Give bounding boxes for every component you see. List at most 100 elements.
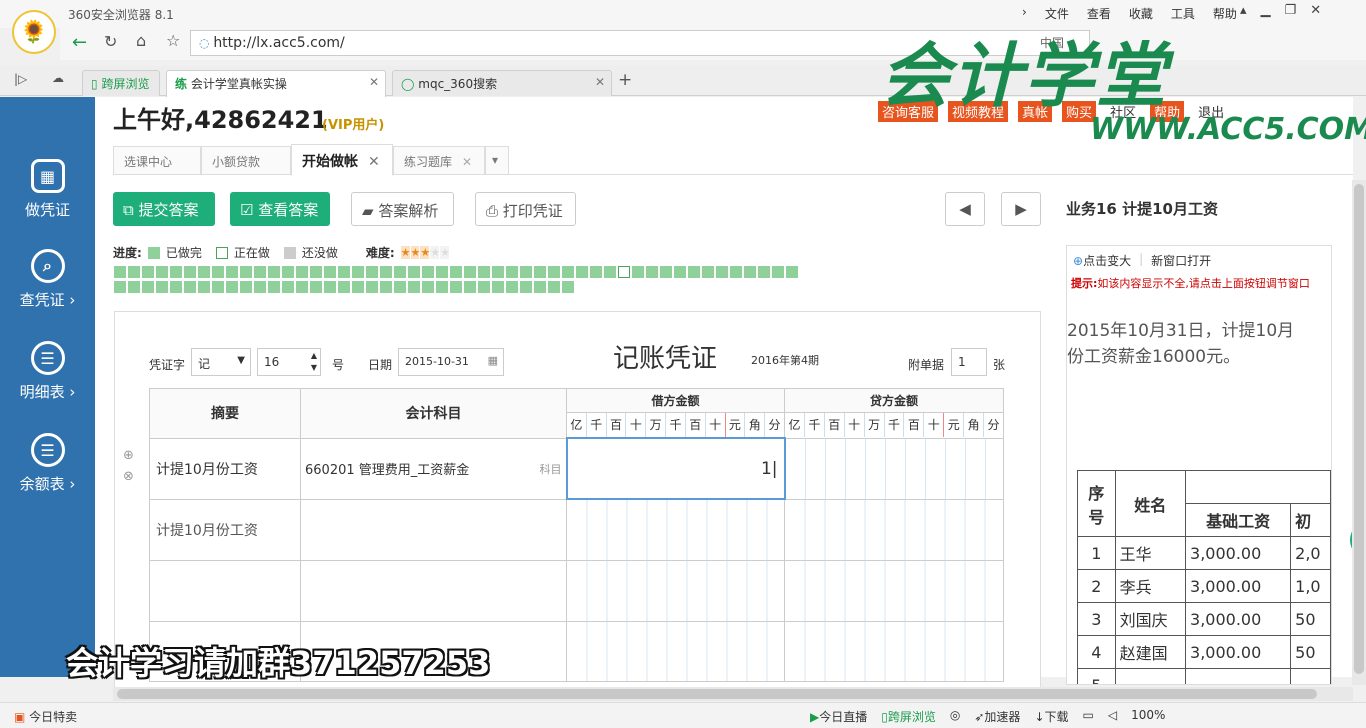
zoom-link[interactable]: ⊕点击变大 [1073,252,1131,269]
progress-cell-done[interactable] [506,281,518,293]
voucher-number-stepper[interactable]: 16 ▲ ▼ [257,348,321,376]
progress-cell-done[interactable] [296,266,308,278]
print-voucher-button[interactable]: ⎙ 打印凭证 [475,192,576,226]
scroll-thumb[interactable] [117,689,1317,699]
progress-cell-done[interactable] [786,266,798,278]
progress-cell-done[interactable] [422,281,434,293]
progress-cell-done[interactable] [366,266,378,278]
progress-cell-done[interactable] [254,281,266,293]
progress-cell-done[interactable] [674,266,686,278]
account-cell[interactable] [300,498,567,561]
progress-cell-done[interactable] [464,266,476,278]
progress-cell-done[interactable] [142,281,154,293]
cross-screen-link[interactable]: ▯跨屏浏览 [881,708,936,725]
progress-cell-done[interactable] [562,281,574,293]
subtab-start[interactable]: 开始做帐 ✕ [291,144,393,176]
progress-cell-done[interactable] [450,281,462,293]
new-window-link[interactable]: 新窗口打开 [1151,252,1211,269]
credit-amount-cell[interactable] [784,559,1004,622]
progress-cell-done[interactable] [212,281,224,293]
window-icon[interactable]: ▭ [1083,708,1094,725]
scroll-thumb[interactable] [1354,184,1364,674]
sidebar-item-ledger[interactable]: ☰ 明细表 › [0,341,95,402]
progress-cell-done[interactable] [646,266,658,278]
sidebar-toggle-icon[interactable]: |▷ [14,72,27,86]
progress-cell-done[interactable] [296,281,308,293]
account-cell[interactable]: 660201 管理费用_工资薪金 科目 [300,437,567,500]
summary-cell[interactable]: 计提10月份工资 [149,498,301,561]
progress-cell-done[interactable] [688,266,700,278]
progress-cell-done[interactable] [240,266,252,278]
progress-cell-done[interactable] [212,266,224,278]
debit-amount-cell[interactable] [566,498,785,561]
date-picker[interactable]: 2015-10-31 ▦ [398,348,504,376]
deals-link[interactable]: ▣ 今日特卖 [14,708,77,725]
progress-cell-done[interactable] [282,266,294,278]
progress-cell-done[interactable] [548,281,560,293]
progress-cell-done[interactable] [394,266,406,278]
progress-cell-done[interactable] [520,281,532,293]
progress-cell-done[interactable] [184,266,196,278]
progress-cell-done[interactable] [184,281,196,293]
progress-cell-done[interactable] [716,266,728,278]
progress-cell-done[interactable] [436,266,448,278]
progress-cell-done[interactable] [394,281,406,293]
progress-cell-done[interactable] [240,281,252,293]
voucher-type-select[interactable]: 记 ▼ [191,348,251,376]
tab-close-icon[interactable]: ✕ [369,75,379,89]
subtab-more[interactable]: ▾ [485,146,509,175]
live-link[interactable]: ▶今日直播 [810,708,867,725]
summary-cell[interactable] [149,559,301,622]
tab-cross-screen[interactable]: ▯ 跨屏浏览 [82,70,160,96]
progress-cell-done[interactable] [338,281,350,293]
progress-cell-done[interactable] [730,266,742,278]
summary-cell[interactable]: 计提10月份工资 [149,437,301,500]
progress-cell-done[interactable] [380,281,392,293]
submit-answer-button[interactable]: ⧉ 提交答案 [113,192,215,226]
progress-cell-done[interactable] [268,266,280,278]
cloud-icon[interactable]: ☁ [52,71,64,85]
close-icon[interactable]: ✕ [1310,3,1321,18]
menu-tools[interactable]: 工具 [1171,5,1195,22]
view-answer-button[interactable]: ☑ 查看答案 [230,192,330,226]
progress-cell-done[interactable] [156,281,168,293]
minimize-icon[interactable]: ▁ [1261,3,1271,18]
progress-cell-done[interactable] [534,281,546,293]
progress-cell-done[interactable] [436,281,448,293]
progress-cell-done[interactable] [170,266,182,278]
progress-cell-done[interactable] [562,266,574,278]
progress-cell-done[interactable] [352,266,364,278]
zoom-level[interactable]: 100% [1131,708,1165,725]
progress-cell-done[interactable] [128,266,140,278]
tab-accounting[interactable]: 练 会计学堂真帐实操 ✕ [166,70,386,97]
progress-cell-done[interactable] [506,266,518,278]
sidebar-item-search-voucher[interactable]: ⌕ 查凭证 › [0,249,95,310]
progress-cell-done[interactable] [408,281,420,293]
debit-amount-cell[interactable] [566,620,785,682]
credit-amount-cell[interactable] [784,437,1004,500]
progress-cell-done[interactable] [478,266,490,278]
progress-cell-done[interactable] [520,266,532,278]
progress-cell-done[interactable] [352,281,364,293]
sound-icon[interactable]: ◁ [1108,708,1117,725]
tab-close-icon[interactable]: ✕ [595,75,605,89]
progress-cell-done[interactable] [534,266,546,278]
progress-cell-done[interactable] [702,266,714,278]
progress-cell-done[interactable] [338,266,350,278]
subtab-loan[interactable]: 小额贷款 [201,146,291,175]
progress-cell-done[interactable] [590,266,602,278]
refresh-icon[interactable]: ↻ [104,32,117,51]
menu-help[interactable]: 帮助 [1213,5,1237,22]
attach-count-input[interactable]: 1 [951,348,987,376]
progress-cell-done[interactable] [268,281,280,293]
answer-analysis-button[interactable]: ▰ 答案解析 [351,192,454,226]
progress-cell-done[interactable] [408,266,420,278]
add-row-icon[interactable]: ⊕ [123,448,134,463]
progress-cell-done[interactable] [114,281,126,293]
progress-cell-done[interactable] [604,266,616,278]
subtab-course[interactable]: 选课中心 [113,146,201,175]
progress-cell-done[interactable] [660,266,672,278]
progress-cell-done[interactable] [366,281,378,293]
credit-amount-cell[interactable] [784,498,1004,561]
progress-cell-done[interactable] [254,266,266,278]
